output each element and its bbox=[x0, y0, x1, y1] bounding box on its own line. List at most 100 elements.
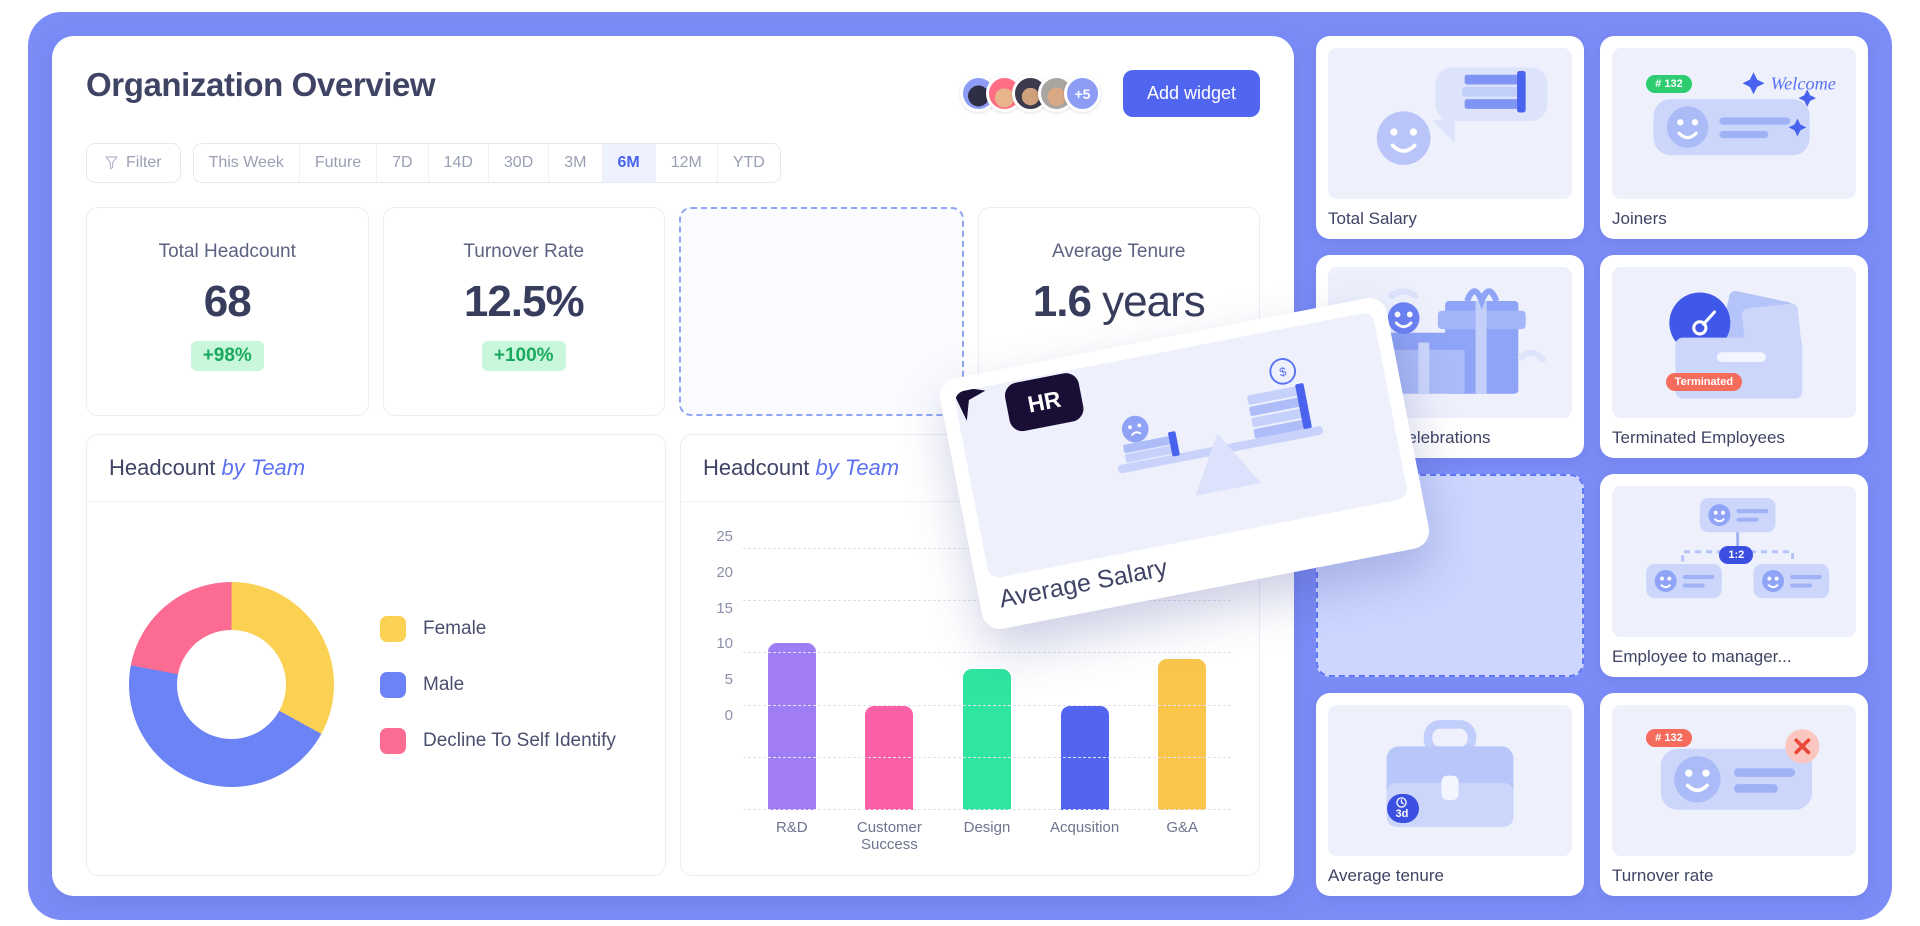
bar-y-axis: 25 20 15 10 5 0 bbox=[709, 528, 743, 724]
kpi-value-number: 1.6 bbox=[1032, 277, 1092, 326]
svg-text:$: $ bbox=[1278, 365, 1288, 380]
bar[interactable] bbox=[865, 705, 914, 810]
widget-badge: # 132 bbox=[1646, 729, 1692, 748]
y-tick-label: 10 bbox=[716, 635, 733, 653]
avatar-overflow-count[interactable]: +5 bbox=[1063, 75, 1101, 112]
kpi-label: Total Headcount bbox=[158, 241, 296, 262]
kpi-value-number: 68 bbox=[203, 277, 252, 326]
kpi-value-number: 12.5% bbox=[463, 277, 585, 326]
headcount-donut-chart[interactable] bbox=[129, 582, 334, 787]
legend-item[interactable]: Decline To Self Identify bbox=[380, 727, 616, 754]
kpi-delta-badge: +100% bbox=[481, 341, 566, 371]
kpi-card-placeholder[interactable] bbox=[679, 207, 964, 416]
legend-swatch bbox=[380, 671, 406, 698]
widget-badge: Terminated bbox=[1665, 372, 1743, 391]
legend-item[interactable]: Male bbox=[380, 671, 616, 698]
x-tick-label: Design bbox=[963, 819, 1011, 836]
range-pill-14d[interactable]: 14D bbox=[428, 144, 489, 182]
kpi-value: 1.6 years bbox=[1032, 277, 1206, 327]
legend-label: Decline To Self Identify bbox=[423, 729, 616, 751]
widget-title: Joiners bbox=[1612, 209, 1667, 228]
kpi-card-total-headcount[interactable]: Total Headcount 68 +98% bbox=[86, 207, 369, 416]
filter-toolbar: Filter This Week Future 7D 14D 30D 3M 6M 12M YTD bbox=[86, 143, 1260, 183]
avatar-stack[interactable]: +5 bbox=[959, 75, 1101, 112]
widget-title: Total Salary bbox=[1328, 209, 1417, 228]
legend-swatch bbox=[380, 615, 406, 642]
kpi-value: 68 bbox=[203, 277, 252, 327]
bar[interactable] bbox=[1158, 658, 1207, 810]
bar[interactable] bbox=[1060, 705, 1109, 810]
kpi-label: Average Tenure bbox=[1052, 241, 1186, 262]
widget-card-turnover-rate[interactable]: # 132 Turnover rate bbox=[1600, 693, 1868, 896]
gridline bbox=[743, 756, 1231, 758]
kpi-value: 12.5% bbox=[463, 277, 585, 327]
widget-card-employee-to-manager[interactable]: 1:2 Employee to manager... bbox=[1600, 474, 1868, 677]
bar-title-accent: by Team bbox=[815, 455, 900, 480]
y-tick-label: 0 bbox=[724, 706, 733, 724]
widget-badge: 1:2 bbox=[1719, 546, 1754, 565]
cursor-arrow-icon bbox=[953, 385, 986, 421]
time-range-pills: This Week Future 7D 14D 30D 3M 6M 12M YTD bbox=[192, 143, 781, 183]
widget-card-joiners[interactable]: Welcome # 132 Joiners bbox=[1600, 36, 1868, 239]
y-tick-label: 20 bbox=[716, 563, 733, 581]
briefcase-icon: 3d bbox=[1328, 705, 1572, 856]
y-tick-label: 25 bbox=[716, 528, 733, 545]
widget-badge: 3d bbox=[1386, 793, 1419, 823]
organization-overview-panel: Organization Overview +5 Add widget Filt… bbox=[52, 36, 1433, 896]
folder-exit-icon: Terminated bbox=[1612, 267, 1856, 418]
y-tick-label: 15 bbox=[716, 599, 733, 617]
headcount-donut-card: Headcount by Team Female Male Decline To S… bbox=[86, 434, 666, 876]
x-tick-label: Acqusition bbox=[1049, 819, 1120, 836]
bar-column[interactable] bbox=[843, 528, 936, 810]
gridline bbox=[743, 704, 1231, 706]
profile-close-icon: # 132 bbox=[1612, 705, 1856, 856]
legend-swatch bbox=[380, 727, 406, 754]
range-pill-ytd[interactable]: YTD bbox=[717, 144, 780, 182]
bar-column[interactable] bbox=[745, 528, 838, 810]
panel-header: Organization Overview +5 Add widget bbox=[86, 66, 1260, 117]
legend-label: Female bbox=[423, 617, 487, 639]
bar[interactable] bbox=[962, 669, 1011, 810]
page-title: Organization Overview bbox=[86, 66, 436, 103]
donut-card-title: Headcount by Team bbox=[87, 435, 665, 502]
widget-card-average-tenure[interactable]: 3d Average tenure bbox=[1316, 693, 1584, 896]
bar-x-axis: R&D Customer Success Design Acqusition G&A bbox=[743, 819, 1231, 853]
widget-title: Average tenure bbox=[1328, 866, 1444, 885]
y-tick-label: 5 bbox=[724, 671, 733, 689]
range-pill-6m[interactable]: 6M bbox=[602, 144, 656, 182]
range-pill-3m[interactable]: 3M bbox=[549, 144, 603, 182]
widget-title: Terminated Employees bbox=[1612, 428, 1785, 447]
range-pill-7d[interactable]: 7D bbox=[377, 144, 429, 182]
donut-title-accent: by Team bbox=[221, 455, 306, 480]
widget-card-total-salary[interactable]: Total Salary bbox=[1316, 36, 1584, 239]
header-actions: +5 Add widget bbox=[959, 70, 1260, 117]
legend-label: Male bbox=[423, 673, 465, 695]
legend-item[interactable]: Female bbox=[380, 615, 616, 642]
kpi-value-unit: years bbox=[1090, 277, 1206, 326]
chat-coins-icon bbox=[1328, 48, 1572, 199]
app-frame: Organization Overview +5 Add widget Filt… bbox=[28, 12, 1892, 920]
widget-badge-label: 3d bbox=[1395, 807, 1409, 820]
donut-legend: Female Male Decline To Self Identify bbox=[380, 615, 616, 754]
range-pill-12m[interactable]: 12M bbox=[655, 144, 718, 182]
org-chart-icon: 1:2 bbox=[1612, 486, 1856, 637]
filter-label: Filter bbox=[126, 154, 162, 171]
filter-button[interactable]: Filter bbox=[86, 143, 181, 183]
donut-title-main: Headcount bbox=[109, 455, 216, 480]
svg-text:Welcome: Welcome bbox=[1771, 73, 1836, 93]
widget-card-terminated-employees[interactable]: Terminated Terminated Employees bbox=[1600, 255, 1868, 458]
add-widget-button[interactable]: Add widget bbox=[1122, 70, 1260, 117]
range-pill-this-week[interactable]: This Week bbox=[193, 144, 300, 182]
gridline bbox=[743, 809, 1231, 810]
bar[interactable] bbox=[767, 642, 816, 810]
kpi-card-turnover-rate[interactable]: Turnover Rate 12.5% +100% bbox=[382, 207, 665, 416]
range-pill-future[interactable]: Future bbox=[299, 144, 378, 182]
widget-title: Employee to manager... bbox=[1612, 647, 1792, 666]
welcome-card-icon: Welcome # 132 bbox=[1612, 48, 1856, 199]
gridline bbox=[743, 652, 1231, 654]
bar-title-main: Headcount bbox=[703, 455, 810, 480]
widget-badge: # 132 bbox=[1646, 75, 1692, 94]
x-tick-label: G&A bbox=[1166, 819, 1199, 836]
range-pill-30d[interactable]: 30D bbox=[488, 144, 550, 182]
kpi-delta-badge: +98% bbox=[190, 341, 264, 371]
